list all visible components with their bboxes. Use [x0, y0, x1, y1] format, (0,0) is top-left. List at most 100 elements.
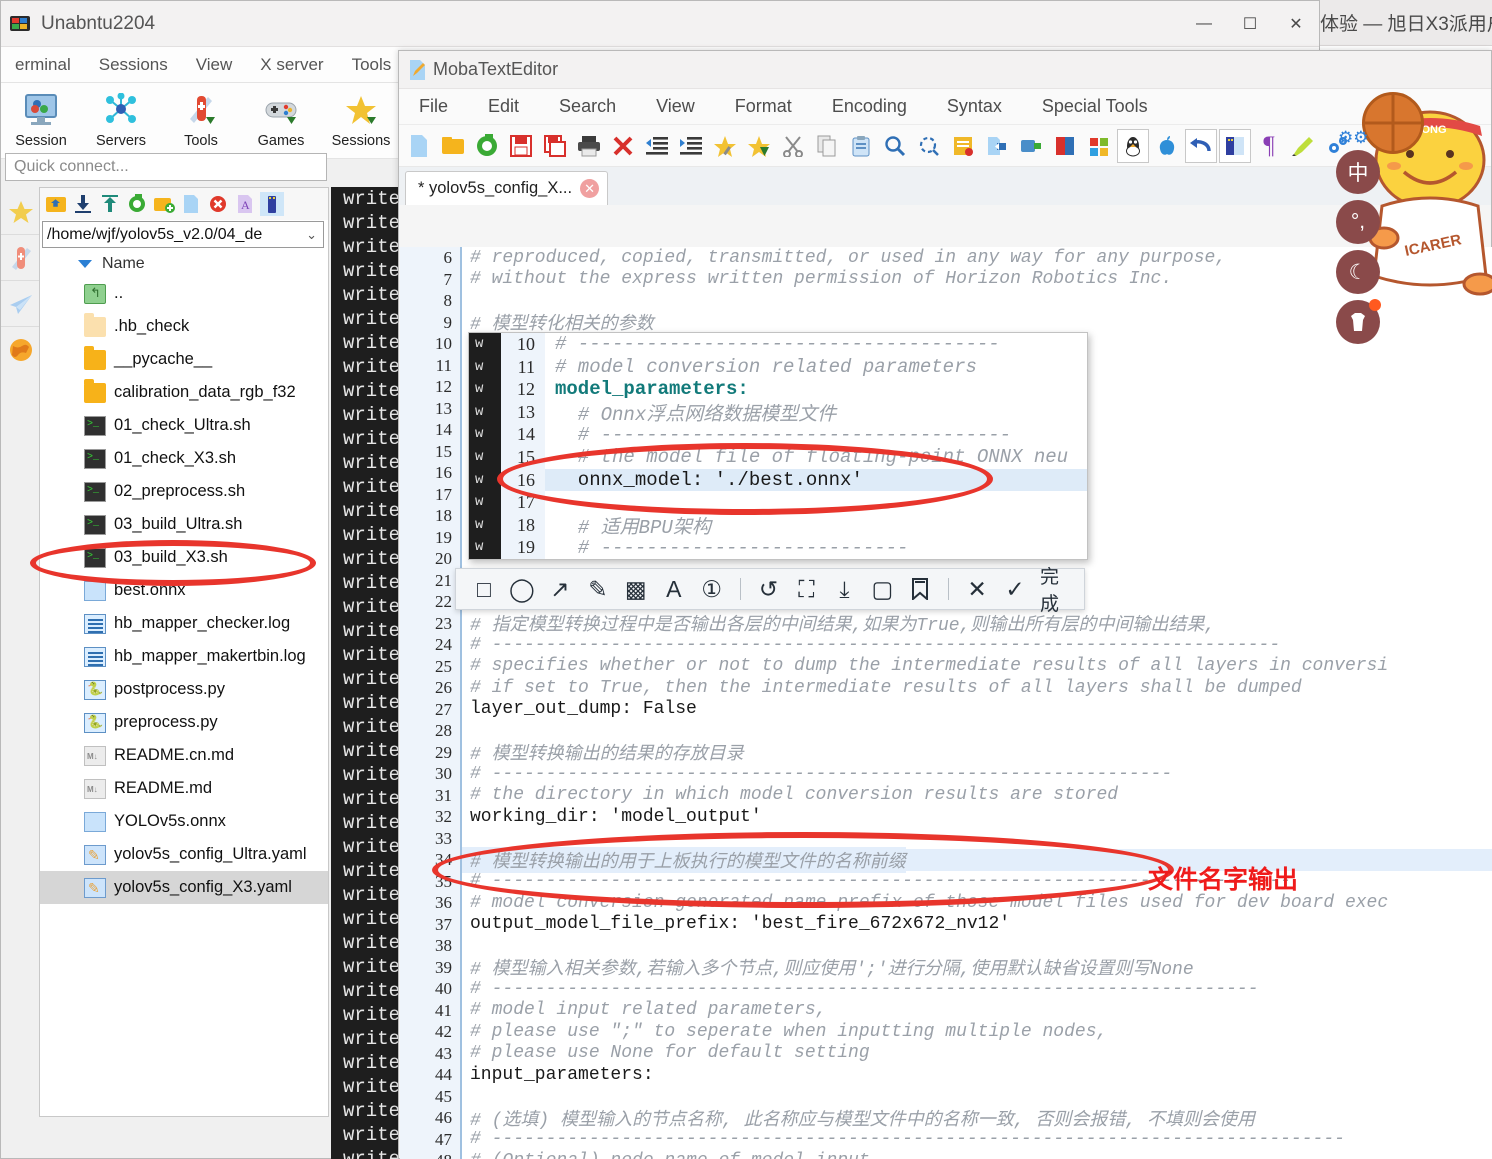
paper-plane-icon[interactable]	[1, 281, 41, 327]
editor-menu-edit[interactable]: Edit	[468, 96, 539, 117]
punctuation-icon[interactable]: °,	[1336, 200, 1380, 244]
maximize-button[interactable]: ☐	[1227, 1, 1273, 47]
book-icon[interactable]	[1219, 129, 1251, 163]
refresh-icon[interactable]	[125, 192, 149, 216]
open-folder-icon[interactable]	[437, 129, 469, 163]
editor-menu-search[interactable]: Search	[539, 96, 636, 117]
code-line[interactable]: 41# model input related parameters,	[400, 1000, 1492, 1022]
outdent-icon[interactable]	[641, 129, 673, 163]
code-line[interactable]: 23# 指定模型转换过程中是否输出各层的中间结果,如果为True,则输出所有层的…	[400, 613, 1492, 635]
code-line[interactable]: 7# without the express written permissio…	[400, 269, 1492, 291]
file-row[interactable]: YOLOv5s.onnx	[40, 805, 328, 838]
tab-close-icon[interactable]: ✕	[580, 179, 599, 198]
pin-icon[interactable]: ▢	[866, 572, 898, 606]
code-line[interactable]: 37output_model_file_prefix: 'best_fire_6…	[400, 914, 1492, 936]
new-file-icon[interactable]	[179, 192, 203, 216]
code-line[interactable]: 47# ------------------------------------…	[400, 1129, 1492, 1151]
menu-tools[interactable]: Tools	[338, 55, 406, 75]
replace-icon[interactable]	[913, 129, 945, 163]
star-icon[interactable]	[1, 189, 41, 235]
mobaxterm-titlebar[interactable]: Unabntu2204 — ☐ ✕	[1, 1, 1319, 47]
file-row[interactable]: yolov5s_config_Ultra.yaml	[40, 838, 328, 871]
delete-icon[interactable]	[206, 192, 230, 216]
chinese-mode-icon[interactable]: 中	[1336, 150, 1380, 194]
code-line[interactable]: 25# specifies whether or not to dump the…	[400, 656, 1492, 678]
code-line[interactable]: 44input_parameters:	[400, 1064, 1492, 1086]
file-row[interactable]: hb_mapper_checker.log	[40, 607, 328, 640]
moon-icon[interactable]: ☾	[1336, 250, 1380, 294]
editor-titlebar[interactable]: MobaTextEditor	[399, 51, 1491, 89]
file-row[interactable]: 01_check_X3.sh	[40, 442, 328, 475]
file-row[interactable]: best.onnx	[40, 574, 328, 607]
file-row[interactable]: 02_preprocess.sh	[40, 475, 328, 508]
file-row[interactable]: ..	[40, 277, 328, 310]
skin-icon[interactable]	[1336, 300, 1380, 344]
file-row[interactable]: 03_build_X3.sh	[40, 541, 328, 574]
code-line[interactable]: 43# please use None for default setting	[400, 1043, 1492, 1065]
editor-menu-view[interactable]: View	[636, 96, 715, 117]
editor-menu-syntax[interactable]: Syntax	[927, 96, 1022, 117]
new-folder-icon[interactable]	[152, 192, 176, 216]
globe-icon[interactable]	[1, 327, 41, 373]
file-row[interactable]: postprocess.py	[40, 673, 328, 706]
check-icon[interactable]: ✓	[999, 572, 1031, 606]
code-line[interactable]: 34# 模型转换输出的用于上板执行的模型文件的名称前缀	[400, 849, 1492, 871]
undo-icon[interactable]	[1185, 129, 1217, 163]
ocr-icon[interactable]: ⛶	[790, 572, 822, 606]
bookmark-next-icon[interactable]	[743, 129, 775, 163]
file-row[interactable]: preprocess.py	[40, 706, 328, 739]
number-tool-icon[interactable]: ①	[696, 572, 728, 606]
code-line[interactable]: 27layer_out_dump: False	[400, 699, 1492, 721]
file-row[interactable]: calibration_data_rgb_f32	[40, 376, 328, 409]
code-line[interactable]: 30# ------------------------------------…	[400, 763, 1492, 785]
editor-menu-special-tools[interactable]: Special Tools	[1022, 96, 1168, 117]
menu-sessions[interactable]: Sessions	[85, 55, 182, 75]
code-line[interactable]: 24# ------------------------------------…	[400, 634, 1492, 656]
rectangle-tool-icon[interactable]: □	[468, 572, 500, 606]
code-line[interactable]: 29# 模型转换输出的结果的存放目录	[400, 742, 1492, 764]
ribbon-games-button[interactable]: Games	[241, 87, 321, 149]
text-tool-icon[interactable]: A	[658, 572, 690, 606]
code-line[interactable]: 26# if set to True, then the intermediat…	[400, 677, 1492, 699]
cancel-icon[interactable]: ✕	[961, 572, 993, 606]
done-label[interactable]: 完成	[1037, 562, 1072, 616]
editor-tab-yolov5s-config[interactable]: * yolov5s_config_X... ✕	[405, 171, 608, 205]
arrow-tool-icon[interactable]: ↗	[544, 572, 576, 606]
file-row[interactable]: 01_check_Ultra.sh	[40, 409, 328, 442]
gear-icon[interactable]: ⚙⚙	[1338, 128, 1368, 148]
editor-menu-format[interactable]: Format	[715, 96, 812, 117]
code-line[interactable]: 36# model conversion generated name pref…	[400, 892, 1492, 914]
code-line[interactable]: 42# please use ";" to seperate when inpu…	[400, 1021, 1492, 1043]
download-icon[interactable]	[71, 192, 95, 216]
notes-icon[interactable]	[947, 129, 979, 163]
linux-icon[interactable]	[1117, 129, 1149, 163]
ribbon-tools-button[interactable]: Tools	[161, 87, 241, 149]
code-line[interactable]: 9# 模型转化相关的参数	[400, 312, 1492, 334]
indent-icon[interactable]	[675, 129, 707, 163]
path-dropdown[interactable]: /home/wjf/yolov5s_v2.0/04_de ⌄	[42, 221, 324, 248]
download-icon[interactable]: ⤓	[828, 572, 860, 606]
upload-icon[interactable]	[98, 192, 122, 216]
reload-icon[interactable]	[471, 129, 503, 163]
ribbon-servers-button[interactable]: Servers	[81, 87, 161, 149]
export-icon[interactable]	[981, 129, 1013, 163]
mosaic-tool-icon[interactable]: ▩	[620, 572, 652, 606]
text-mode-icon[interactable]: A	[233, 192, 257, 216]
code-line[interactable]: 6# reproduced, copied, transmitted, or u…	[400, 247, 1492, 269]
windows-icon[interactable]	[1083, 129, 1115, 163]
bookmark-icon[interactable]	[709, 129, 741, 163]
file-row[interactable]: yolov5s_config_X3.yaml	[40, 871, 328, 904]
new-file-icon[interactable]	[403, 129, 435, 163]
editor-menu-encoding[interactable]: Encoding	[812, 96, 927, 117]
ellipse-tool-icon[interactable]: ◯	[506, 572, 538, 606]
code-line[interactable]: 31# the directory in which model convers…	[400, 785, 1492, 807]
file-row[interactable]: README.cn.md	[40, 739, 328, 772]
code-line[interactable]: 35# ------------------------------------…	[400, 871, 1492, 893]
ribbon-session-button[interactable]: Session	[1, 87, 81, 149]
ribbon-sessions-button[interactable]: Sessions	[321, 87, 401, 149]
menu-xserver[interactable]: X server	[246, 55, 337, 75]
file-row[interactable]: 03_build_Ultra.sh	[40, 508, 328, 541]
print-icon[interactable]	[573, 129, 605, 163]
usb-icon[interactable]	[260, 192, 284, 216]
highlighter-icon[interactable]	[1287, 129, 1319, 163]
